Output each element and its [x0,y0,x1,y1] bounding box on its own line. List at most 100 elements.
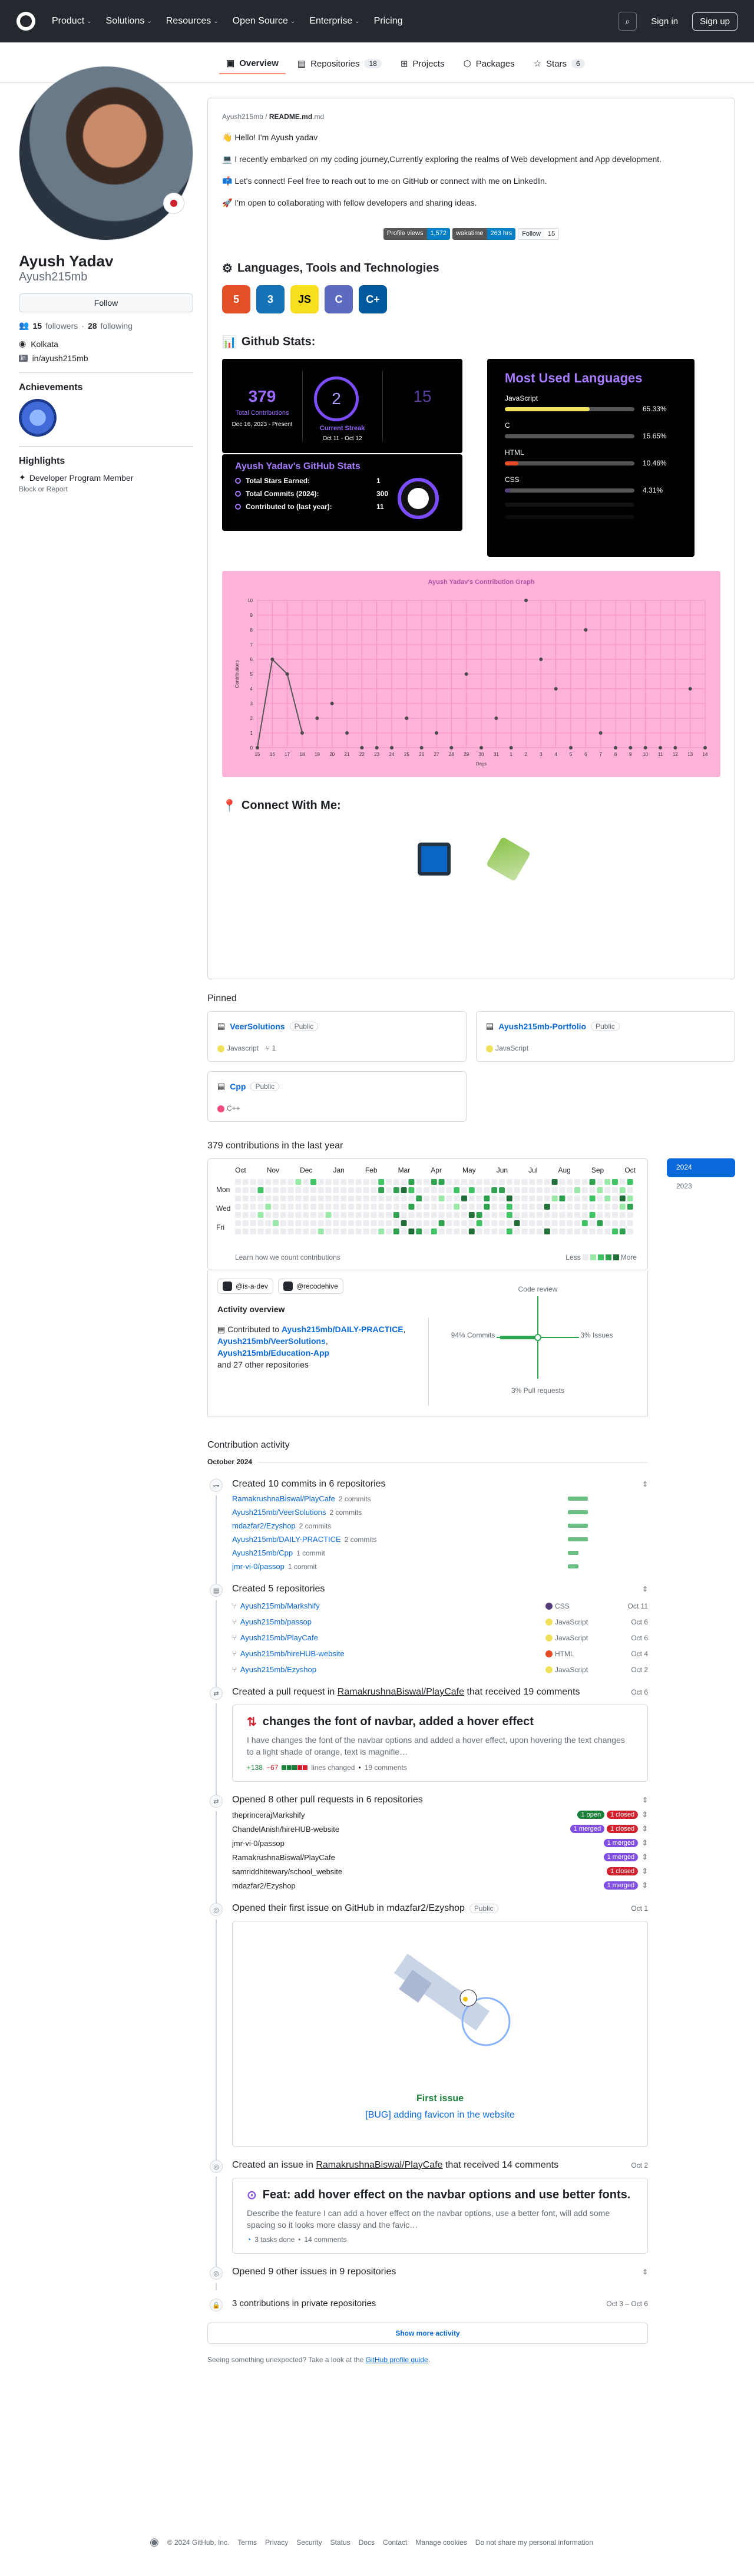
calendar-day[interactable] [235,1212,241,1218]
pr-status-badge[interactable]: 1 open [577,1811,605,1819]
calendar-day[interactable] [491,1204,498,1210]
calendar-day[interactable] [627,1179,633,1185]
calendar-day[interactable] [468,1212,475,1218]
calendar-day[interactable] [273,1220,279,1226]
data-point[interactable] [270,658,275,661]
calendar-day[interactable] [521,1220,528,1226]
calendar-day[interactable] [280,1220,286,1226]
github-logo-icon[interactable] [16,12,35,31]
pr-status-badge[interactable]: 1 closed [607,1811,639,1819]
year-2024[interactable]: 2024 [667,1158,735,1177]
calendar-day[interactable] [461,1228,467,1234]
calendar-day[interactable] [506,1187,512,1193]
calendar-day[interactable] [446,1228,452,1234]
calendar-day[interactable] [529,1220,535,1226]
created-repo-link[interactable]: Ayush215mb/passop [240,1617,312,1626]
profile-guide-link[interactable]: GitHub profile guide [366,2356,428,2364]
calendar-day[interactable] [446,1204,452,1210]
calendar-day[interactable] [597,1204,603,1210]
calendar-day[interactable] [401,1179,407,1185]
calendar-day[interactable] [476,1187,482,1193]
calendar-day[interactable] [355,1228,362,1234]
calendar-day[interactable] [597,1195,603,1201]
nav-item[interactable]: Open Source ⌄ [233,16,296,27]
calendar-day[interactable] [424,1228,429,1234]
calendar-day[interactable] [303,1212,309,1218]
followers-label[interactable]: followers [45,321,78,331]
readme-badge[interactable]: wakatime 263 hrs [452,228,516,240]
data-point[interactable] [629,746,633,749]
collapse-icon[interactable]: ⇕ [642,1796,648,1804]
calendar-day[interactable] [257,1212,264,1218]
calendar-day[interactable] [393,1228,399,1234]
linkedin-badge-icon[interactable] [418,843,451,876]
calendar-day[interactable] [363,1195,369,1201]
calendar-day[interactable] [514,1204,520,1210]
calendar-day[interactable] [499,1220,505,1226]
calendar-day[interactable] [318,1187,324,1193]
calendar-day[interactable] [597,1220,603,1226]
calendar-day[interactable] [416,1204,422,1210]
calendar-day[interactable] [242,1179,249,1185]
calendar-day[interactable] [363,1179,369,1185]
calendar-day[interactable] [627,1220,633,1226]
calendar-day[interactable] [491,1228,498,1234]
calendar-day[interactable] [295,1220,302,1226]
calendar-day[interactable] [265,1187,272,1193]
calendar-day[interactable] [514,1187,520,1193]
calendar-day[interactable] [340,1228,347,1234]
calendar-day[interactable] [574,1204,580,1210]
commit-count[interactable]: 2 commits [329,1508,362,1517]
calendar-day[interactable] [589,1212,596,1218]
calendar-day[interactable] [393,1195,399,1201]
calendar-day[interactable] [235,1220,241,1226]
calendar-day[interactable] [551,1220,558,1226]
calendar-day[interactable] [280,1179,286,1185]
calendar-day[interactable] [597,1228,603,1234]
calendar-day[interactable] [537,1179,543,1185]
calendar-day[interactable] [257,1187,264,1193]
commit-count[interactable]: 2 commits [345,1535,377,1544]
calendar-day[interactable] [431,1187,437,1193]
calendar-day[interactable] [461,1212,467,1218]
calendar-day[interactable] [273,1179,279,1185]
calendar-day[interactable] [273,1228,279,1234]
calendar-day[interactable] [242,1195,249,1201]
data-point[interactable] [405,716,409,720]
calendar-day[interactable] [386,1204,392,1210]
calendar-day[interactable] [431,1204,437,1210]
calendar-day[interactable] [250,1179,256,1185]
calendar-day[interactable] [273,1195,279,1201]
expand-icon[interactable]: ⇕ [642,2268,648,2276]
calendar-day[interactable] [589,1179,596,1185]
calendar-day[interactable] [551,1179,558,1185]
overview-repo-link[interactable]: Ayush215mb/Education-App [217,1348,329,1358]
commit-count[interactable]: 1 commit [296,1549,325,1557]
calendar-day[interactable] [537,1187,543,1193]
follow-badge[interactable]: Follow 15 [518,228,560,240]
nav-item[interactable]: Pricing [374,16,403,27]
calendar-day[interactable] [250,1187,256,1193]
commit-repo-link[interactable]: Ayush215mb/DAILY-PRACTICE [232,1535,341,1544]
calendar-day[interactable] [287,1212,294,1218]
calendar-day[interactable] [318,1195,324,1201]
calendar-day[interactable] [544,1220,550,1226]
calendar-day[interactable] [408,1204,415,1210]
org-chip[interactable]: @recodehive [277,1279,343,1294]
calendar-day[interactable] [363,1212,369,1218]
calendar-day[interactable] [416,1220,422,1226]
calendar-day[interactable] [325,1195,332,1201]
pinned-repo-link[interactable]: Ayush215mb-Portfolio [498,1022,586,1031]
calendar-day[interactable] [476,1228,482,1234]
pr-status-badge[interactable]: 1 merged [603,1881,639,1890]
calendar-day[interactable] [499,1228,505,1234]
data-point[interactable] [390,746,393,749]
calendar-day[interactable] [574,1179,580,1185]
calendar-day[interactable] [280,1187,286,1193]
calendar-day[interactable] [514,1195,520,1201]
calendar-day[interactable] [257,1195,264,1201]
calendar-day[interactable] [529,1179,535,1185]
data-point[interactable] [643,746,647,749]
calendar-day[interactable] [506,1195,512,1201]
calendar-day[interactable] [431,1195,437,1201]
